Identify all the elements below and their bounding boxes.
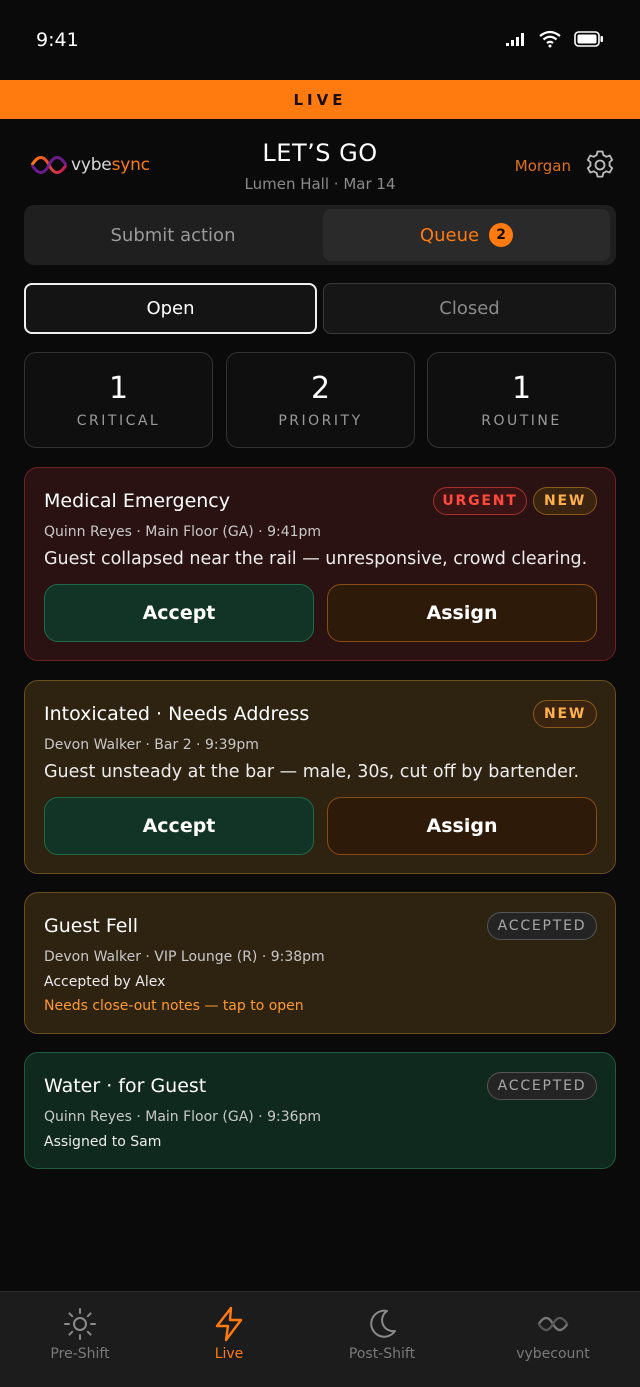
- card-title: Guest Fell: [44, 915, 138, 937]
- live-banner: LIVE: [0, 80, 640, 119]
- tab-label: vybecount: [516, 1346, 590, 1362]
- request-card-guest-fell[interactable]: Guest Fell ACCEPTED Devon Walker · VIP L…: [24, 892, 616, 1034]
- card-meta: Quinn Reyes · Main Floor (GA) · 9:36pm: [44, 1109, 322, 1125]
- stat-priority: 2 PRIORITY: [226, 352, 415, 448]
- stat-critical: 1 CRITICAL: [24, 352, 213, 448]
- assign-button[interactable]: Assign: [327, 797, 597, 855]
- tab-vybecount[interactable]: vybecount: [473, 1292, 633, 1387]
- status-bar: 9:41: [0, 0, 640, 80]
- accept-button[interactable]: Accept: [44, 584, 314, 642]
- card-meta: Devon Walker · Bar 2 · 9:39pm: [44, 737, 259, 753]
- tab-live[interactable]: Live: [149, 1292, 309, 1387]
- stat-priority-label: PRIORITY: [278, 413, 363, 429]
- stat-critical-label: CRITICAL: [76, 413, 161, 429]
- status-time: 9:41: [36, 29, 79, 51]
- assigned-to-text: Assigned to Sam: [44, 1134, 162, 1150]
- accepted-badge: ACCEPTED: [487, 912, 597, 940]
- bottom-tab-bar: Pre-Shift Live Post-Shift vybecount: [0, 1291, 640, 1387]
- gear-icon[interactable]: [584, 149, 616, 181]
- accepted-badge: ACCEPTED: [487, 1072, 597, 1100]
- card-meta: Devon Walker · VIP Lounge (R) · 9:38pm: [44, 949, 325, 965]
- stat-routine-value: 1: [511, 371, 532, 406]
- close-out-notes-link[interactable]: Needs close-out notes — tap to open: [44, 998, 304, 1014]
- card-title: Water · for Guest: [44, 1075, 207, 1097]
- card-description: Guest unsteady at the bar — male, 30s, c…: [44, 762, 580, 782]
- assign-button[interactable]: Assign: [327, 584, 597, 642]
- mode-segmented-control: Submit action Queue 2: [24, 205, 616, 265]
- tab-label: Live: [214, 1346, 244, 1362]
- tab-post-shift[interactable]: Post-Shift: [302, 1292, 462, 1387]
- wifi-icon: [539, 30, 561, 48]
- event-subtitle: Lumen Hall · Mar 14: [244, 175, 396, 193]
- queue-label: Queue: [419, 224, 480, 246]
- stat-routine: 1 ROUTINE: [427, 352, 616, 448]
- filter-open-button[interactable]: Open: [24, 283, 317, 334]
- stat-priority-value: 2: [310, 371, 331, 406]
- stat-critical-value: 1: [108, 371, 129, 406]
- card-title: Medical Emergency: [44, 490, 230, 512]
- new-badge: NEW: [533, 487, 597, 515]
- accepted-by-text: Accepted by Alex: [44, 974, 166, 990]
- tab-label: Post-Shift: [348, 1346, 416, 1362]
- tab-queue[interactable]: Queue 2: [323, 209, 610, 261]
- battery-icon: [574, 31, 603, 47]
- accept-button[interactable]: Accept: [44, 797, 314, 855]
- urgent-badge: URGENT: [433, 487, 527, 515]
- lightning-icon: [215, 1306, 243, 1342]
- new-badge: NEW: [533, 700, 597, 728]
- tab-submit-action[interactable]: Submit action: [28, 209, 318, 261]
- tab-label: Pre-Shift: [50, 1346, 110, 1362]
- request-card-medical[interactable]: Medical Emergency URGENT NEW Quinn Reyes…: [24, 467, 616, 661]
- request-card-water[interactable]: Water · for Guest ACCEPTED Quinn Reyes ·…: [24, 1052, 616, 1169]
- signal-icon: [506, 33, 524, 46]
- stat-routine-label: ROUTINE: [481, 413, 562, 429]
- moon-icon: [370, 1309, 396, 1338]
- live-label: LIVE: [293, 90, 347, 109]
- header: vybesync LET’S GO Lumen Hall · Mar 14 Mo…: [0, 119, 640, 205]
- filter-closed-button[interactable]: Closed: [323, 283, 616, 334]
- status-icons: [506, 30, 604, 48]
- card-description: Guest collapsed near the rail — unrespon…: [44, 549, 588, 569]
- request-card-intoxicated[interactable]: Intoxicated · Needs Address NEW Devon Wa…: [24, 680, 616, 874]
- user-name[interactable]: Morgan: [515, 157, 571, 175]
- queue-count-badge: 2: [489, 223, 514, 247]
- card-meta: Quinn Reyes · Main Floor (GA) · 9:41pm: [44, 524, 322, 540]
- vybe-logo-icon: [537, 1316, 569, 1332]
- sun-icon: [64, 1308, 96, 1340]
- card-title: Intoxicated · Needs Address: [44, 703, 310, 725]
- tab-pre-shift[interactable]: Pre-Shift: [0, 1292, 160, 1387]
